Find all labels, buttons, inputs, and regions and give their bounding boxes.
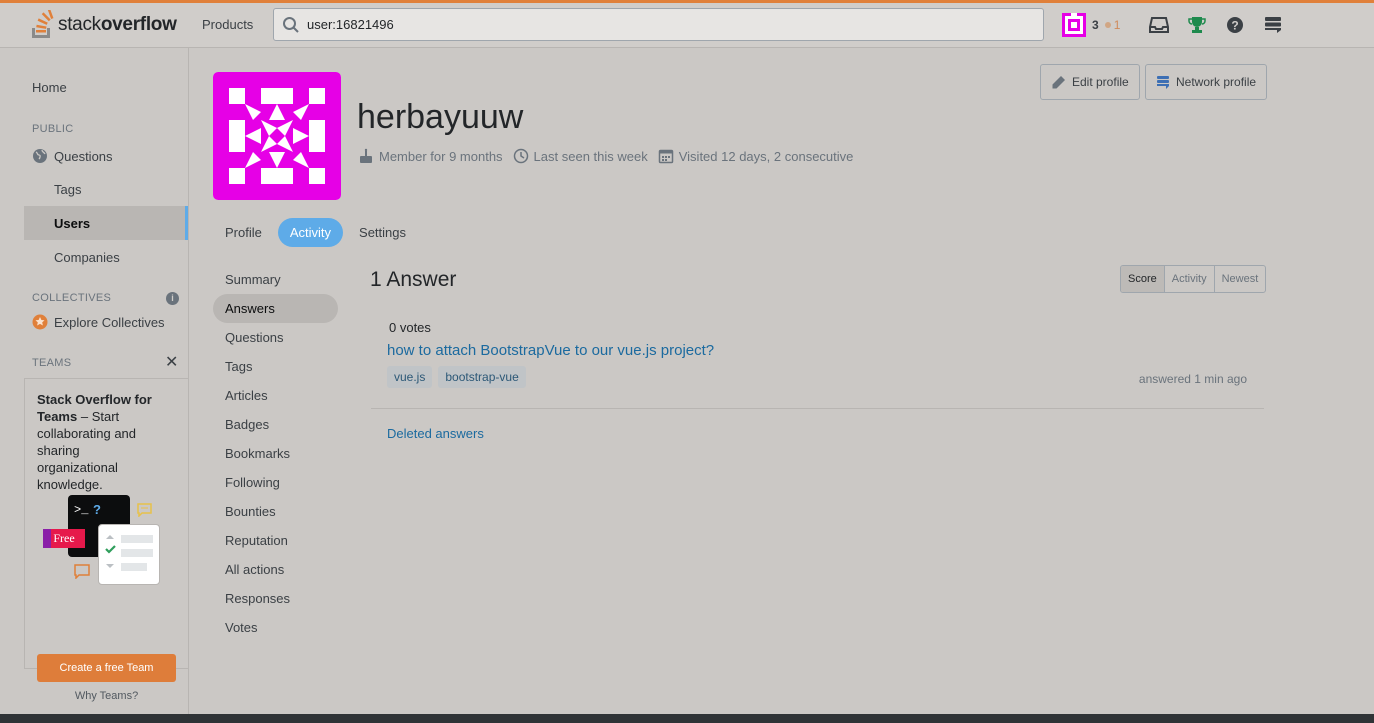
pencil-icon	[1052, 75, 1065, 88]
stackexchange-icon	[1157, 76, 1169, 89]
network-profile-label: Network profile	[1176, 75, 1257, 89]
collectives-heading: COLLECTIVES	[32, 292, 112, 304]
clock-icon	[513, 148, 528, 164]
visited: Visited 12 days, 2 consecutive	[658, 148, 854, 164]
terminal-prompt: >_	[74, 503, 89, 517]
user-avatar-small[interactable]	[1062, 13, 1086, 37]
teams-illustration: >_ ? Free	[43, 495, 163, 590]
top-icons: 3 1 ?	[1062, 9, 1292, 41]
identicon-image	[213, 72, 341, 200]
tab-profile[interactable]: Profile	[213, 218, 274, 247]
edit-profile-button[interactable]: Edit profile	[1040, 64, 1140, 100]
info-icon[interactable]: i	[166, 292, 179, 305]
globe-icon	[33, 149, 47, 163]
activity-subnav: Summary Answers Questions Tags Articles …	[213, 265, 338, 642]
answer-title-link[interactable]: how to attach BootstrapVue to our vue.js…	[387, 342, 714, 359]
why-teams-link[interactable]: Why Teams?	[37, 690, 176, 702]
logo-text: stackoverflow	[58, 14, 177, 35]
subnav-bounties[interactable]: Bounties	[213, 497, 338, 526]
profile-avatar	[213, 72, 341, 200]
stackoverflow-logo[interactable]: stackoverflow	[30, 9, 177, 41]
subnav-all-actions[interactable]: All actions	[213, 555, 338, 584]
products-menu[interactable]: Products	[194, 9, 261, 40]
answer-row: 0 votes how to attach BootstrapVue to ou…	[371, 312, 1264, 409]
subnav-votes[interactable]: Votes	[213, 613, 338, 642]
cake-icon	[360, 148, 372, 163]
teams-promo: Stack Overflow for Teams – Start collabo…	[24, 378, 189, 702]
free-badge-accent	[43, 529, 51, 548]
profile-meta: Member for 9 months Last seen this week …	[358, 148, 863, 164]
tab-activity[interactable]: Activity	[277, 218, 344, 247]
stack-logo-icon	[32, 10, 54, 38]
calendar-icon	[658, 149, 673, 164]
search-icon	[283, 16, 299, 33]
svg-text:?: ?	[1232, 19, 1239, 33]
last-seen-text: Last seen this week	[533, 148, 648, 164]
subnav-reputation[interactable]: Reputation	[213, 526, 338, 555]
subnav-summary[interactable]: Summary	[213, 265, 338, 294]
nav-questions-label: Questions	[54, 148, 113, 164]
help-icon[interactable]: ?	[1224, 14, 1246, 36]
nav-users[interactable]: Users	[24, 206, 188, 240]
subnav-questions[interactable]: Questions	[213, 323, 338, 352]
search-input[interactable]	[307, 17, 1027, 32]
last-seen: Last seen this week	[513, 148, 648, 164]
tag-bootstrap-vue[interactable]: bootstrap-vue	[438, 366, 526, 388]
chat-bubble-orange-icon	[74, 564, 90, 579]
subnav-following[interactable]: Following	[213, 468, 338, 497]
nav-questions[interactable]: Questions	[24, 139, 188, 173]
teams-promo-text: Stack Overflow for Teams – Start collabo…	[37, 391, 159, 493]
answers-heading: 1 Answer	[370, 268, 457, 291]
subnav-articles[interactable]: Articles	[213, 381, 338, 410]
nav-home[interactable]: Home	[24, 76, 188, 99]
nav-explore-collectives-label: Explore Collectives	[54, 314, 165, 330]
reputation-count: 3	[1092, 18, 1099, 32]
sort-activity-button[interactable]: Activity	[1163, 266, 1214, 292]
visited-text: Visited 12 days, 2 consecutive	[678, 148, 854, 164]
deleted-answers-link[interactable]: Deleted answers	[387, 426, 484, 441]
profile-tabs: Profile Activity Settings	[213, 218, 422, 247]
profile-username: herbayuuw	[357, 98, 524, 136]
subnav-bookmarks[interactable]: Bookmarks	[213, 439, 338, 468]
sort-score-button[interactable]: Score	[1121, 266, 1164, 292]
inbox-icon[interactable]	[1148, 14, 1170, 36]
edit-profile-label: Edit profile	[1072, 75, 1129, 89]
nav-explore-collectives[interactable]: Explore Collectives	[24, 305, 188, 339]
answers-sort-toggle: Score Activity Newest	[1120, 265, 1267, 293]
checklist-icon	[105, 535, 153, 571]
public-heading: PUBLIC	[32, 123, 74, 135]
member-for-text: Member for 9 months	[379, 148, 503, 164]
collectives-icon	[32, 314, 48, 330]
chat-bubble-yellow-icon	[137, 503, 152, 517]
member-for: Member for 9 months	[358, 148, 503, 164]
subnav-tags[interactable]: Tags	[213, 352, 338, 381]
tag-vuejs[interactable]: vue.js	[387, 366, 433, 388]
answer-votes: 0 votes	[389, 320, 431, 335]
answer-tags: vue.js bootstrap-vue	[387, 366, 532, 388]
nav-tags[interactable]: Tags	[24, 172, 188, 206]
close-teams-icon[interactable]: ✕	[165, 352, 178, 372]
sort-newest-button[interactable]: Newest	[1213, 266, 1266, 292]
left-sidebar: Home PUBLIC Questions Tags Users Compani…	[0, 48, 189, 714]
create-team-button[interactable]: Create a free Team	[37, 654, 176, 682]
nav-companies[interactable]: Companies	[24, 240, 188, 274]
search-box[interactable]	[273, 8, 1044, 41]
footer-strip	[0, 714, 1374, 723]
bronze-badge-icon	[1104, 22, 1111, 28]
teams-heading: TEAMS	[32, 357, 72, 369]
tab-settings[interactable]: Settings	[347, 218, 418, 247]
subnav-badges[interactable]: Badges	[213, 410, 338, 439]
subnav-answers[interactable]: Answers	[213, 294, 338, 323]
network-profile-button[interactable]: Network profile	[1145, 64, 1268, 100]
subnav-responses[interactable]: Responses	[213, 584, 338, 613]
achievements-icon[interactable]	[1186, 14, 1208, 36]
answered-time[interactable]: answered 1 min ago	[1139, 372, 1247, 386]
terminal-question: ?	[93, 502, 101, 517]
top-bar: stackoverflow Products 3 1 ?	[0, 0, 1374, 48]
bronze-badge-count: 1	[1113, 18, 1121, 32]
checklist-card	[98, 524, 160, 585]
site-switcher-icon[interactable]	[1262, 14, 1284, 36]
